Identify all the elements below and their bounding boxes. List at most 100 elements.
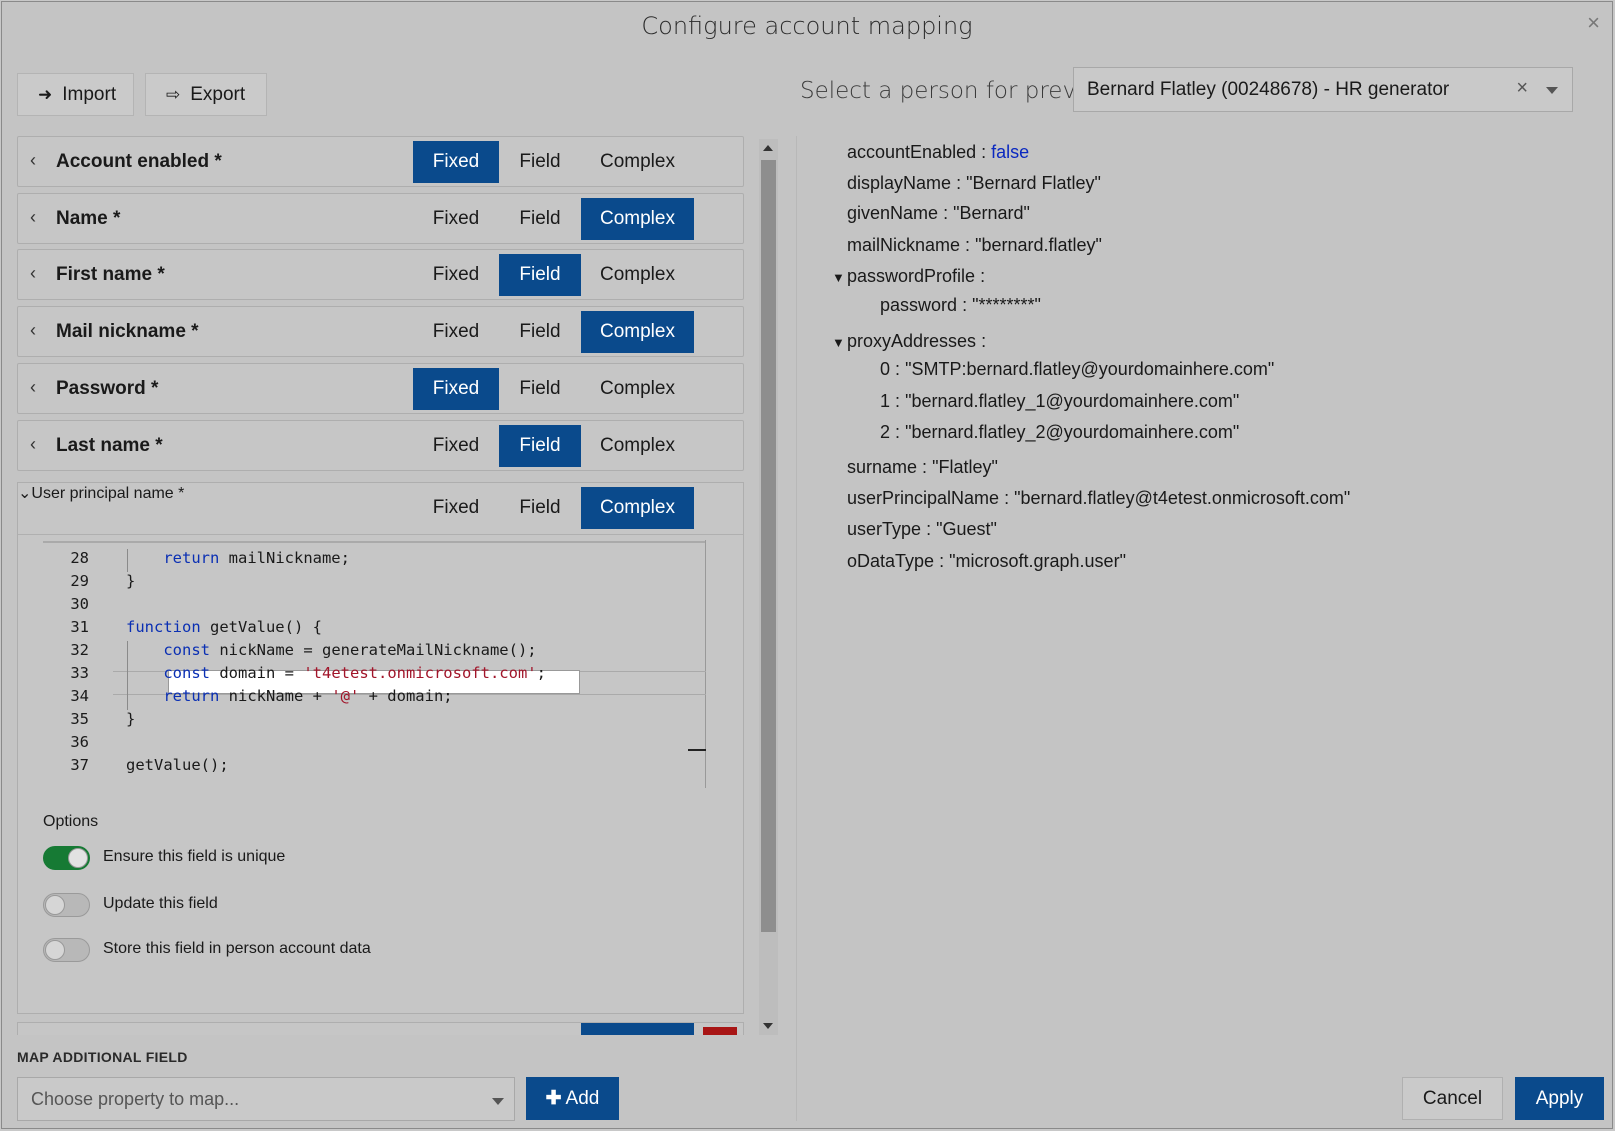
code-line[interactable]: } (126, 710, 135, 728)
preview-surname: surname : "Flatley" (847, 457, 998, 477)
mapping-row-label: First name * (56, 264, 165, 285)
add-button[interactable]: ✚ Add (526, 1077, 619, 1120)
scroll-thumb[interactable] (761, 160, 776, 932)
plus-icon: ✚ (545, 1088, 562, 1109)
export-icon: ⇨ (166, 84, 181, 104)
preview-passwordProfile[interactable]: passwordProfile : (847, 266, 985, 287)
chevron-left-icon[interactable]: ‹ (30, 263, 36, 284)
cancel-button[interactable]: Cancel (1402, 1077, 1503, 1120)
mapping-row-label: Mail nickname * (56, 321, 199, 342)
segment-complex-button[interactable]: Complex (581, 141, 694, 183)
chevron-left-icon[interactable]: ‹ (30, 320, 36, 341)
segment-complex-button[interactable]: Complex (581, 198, 694, 240)
segment-complex-button[interactable]: Complex (581, 368, 694, 410)
code-line[interactable]: function getValue() { (126, 618, 322, 636)
indent-guide (127, 549, 128, 572)
segment-field-button[interactable]: Field (499, 198, 581, 240)
delete-button-partial[interactable] (703, 1027, 737, 1035)
panel-divider (796, 136, 797, 1121)
line-number: 33 (70, 664, 89, 682)
clear-selection-icon[interactable]: × (1516, 77, 1528, 100)
mapping-row[interactable]: ‹ Password * Fixed Field Complex (17, 363, 744, 414)
segment-fixed-button[interactable]: Fixed (413, 487, 499, 529)
code-line[interactable]: getValue(); (126, 756, 229, 774)
segment-complex-button[interactable]: Complex (581, 254, 694, 296)
preview-person-select[interactable]: Bernard Flatley (00248678) - HR generato… (1073, 67, 1573, 112)
code-editor[interactable]: 27 28 return mailNickname; 29} 30 31 function… (43, 540, 706, 790)
toggle-knob (45, 940, 65, 960)
chevron-down-icon[interactable]: ⌄ (18, 485, 31, 502)
line-number: 31 (70, 618, 89, 636)
line-number: 35 (70, 710, 89, 728)
import-label: Import (62, 83, 117, 105)
chevron-left-icon[interactable]: ‹ (30, 150, 36, 171)
segment-field-button[interactable]: Field (499, 141, 581, 183)
map-property-select[interactable]: Choose property to map... (17, 1077, 515, 1121)
option-toggle[interactable] (43, 893, 90, 917)
mapping-list-scrollbar[interactable] (759, 139, 778, 1035)
map-property-placeholder: Choose property to map... (31, 1088, 240, 1109)
chevron-down-icon[interactable] (492, 1098, 504, 1105)
mapping-row[interactable]: ‹ Name * Fixed Field Complex (17, 193, 744, 244)
mapping-row-label: User principal name * (31, 485, 185, 502)
option-toggle[interactable] (43, 846, 90, 870)
line-number: 27 (43, 540, 89, 544)
segment-field-button[interactable]: Field (499, 311, 581, 353)
option-label: Update this field (103, 895, 218, 912)
preview-proxy-2: 2 : "bernard.flatley_2@yourdomainhere.co… (880, 422, 1240, 442)
scroll-down-icon[interactable] (763, 1023, 773, 1029)
code-line[interactable]: return mailNickname; (126, 549, 350, 567)
preview-displayName: displayName : "Bernard Flatley" (847, 173, 1101, 193)
chevron-down-icon[interactable] (1546, 87, 1558, 94)
option-label: Store this field in person account data (103, 940, 371, 957)
code-line[interactable]: return nickName + '@' + domain; (126, 687, 452, 705)
export-label: Export (190, 83, 246, 105)
mapping-row-label: Password * (56, 378, 159, 399)
mapping-row-partial[interactable] (17, 1022, 744, 1035)
segment-fixed-button[interactable]: Fixed (413, 311, 499, 353)
segment-field-button[interactable]: Field (499, 487, 581, 529)
line-number: 34 (70, 687, 89, 705)
segment-fixed-button[interactable]: Fixed (413, 368, 499, 410)
segment-complex-button[interactable]: Complex (581, 487, 694, 529)
code-line[interactable]: const nickName = generateMailNickname(); (126, 641, 536, 659)
import-button[interactable]: ➜ Import (17, 73, 134, 116)
segment-fixed-button[interactable]: Fixed (413, 141, 499, 183)
segment-field-button[interactable]: Field (499, 254, 581, 296)
apply-button[interactable]: Apply (1515, 1077, 1604, 1120)
mapping-row-header[interactable]: ⌄User principal name * Fixed Field Complex (18, 483, 743, 535)
segment-complex-button[interactable]: Complex (581, 311, 694, 353)
segment-fixed-button[interactable]: Fixed (413, 425, 499, 467)
mapping-row[interactable]: ‹ Mail nickname * Fixed Field Complex (17, 306, 744, 357)
segment-fixed-button[interactable]: Fixed (413, 254, 499, 296)
preview-proxyAddresses[interactable]: proxyAddresses : (847, 331, 986, 352)
export-button[interactable]: ⇨ Export (145, 73, 267, 116)
mapping-row-label: Account enabled * (56, 151, 222, 172)
code-line[interactable]: const domain = 't4etest.onmicrosoft.com'… (126, 664, 546, 682)
line-number: 37 (70, 756, 89, 774)
dialog-title: Configure account mapping (641, 12, 973, 40)
segment-fixed-button[interactable]: Fixed (413, 198, 499, 240)
chevron-left-icon[interactable]: ‹ (30, 434, 36, 455)
collapse-triangle-icon[interactable]: ▼ (832, 335, 845, 350)
segment-field-button[interactable]: Field (499, 425, 581, 467)
line-number: 36 (70, 733, 89, 751)
configure-account-mapping-dialog: Configure account mapping × ➜ Import ⇨ E… (1, 1, 1613, 1129)
line-number: 28 (70, 549, 89, 567)
code-line[interactable]: } (126, 572, 135, 590)
add-label: Add (565, 1087, 600, 1109)
mapping-row[interactable]: ‹ Last name * Fixed Field Complex (17, 420, 744, 471)
segment-active-partial (581, 1023, 694, 1035)
mapping-row[interactable]: ‹ First name * Fixed Field Complex (17, 249, 744, 300)
chevron-left-icon[interactable]: ‹ (30, 377, 36, 398)
selected-person: Bernard Flatley (00248678) - HR generato… (1087, 78, 1450, 100)
close-icon[interactable]: × (1587, 10, 1600, 36)
scroll-up-icon[interactable] (763, 145, 773, 151)
preview-userType: userType : "Guest" (847, 519, 997, 539)
mapping-row[interactable]: ‹ Account enabled * Fixed Field Complex (17, 136, 744, 187)
segment-complex-button[interactable]: Complex (581, 425, 694, 467)
segment-field-button[interactable]: Field (499, 368, 581, 410)
chevron-left-icon[interactable]: ‹ (30, 207, 36, 228)
option-toggle[interactable] (43, 938, 90, 962)
collapse-triangle-icon[interactable]: ▼ (832, 270, 845, 285)
